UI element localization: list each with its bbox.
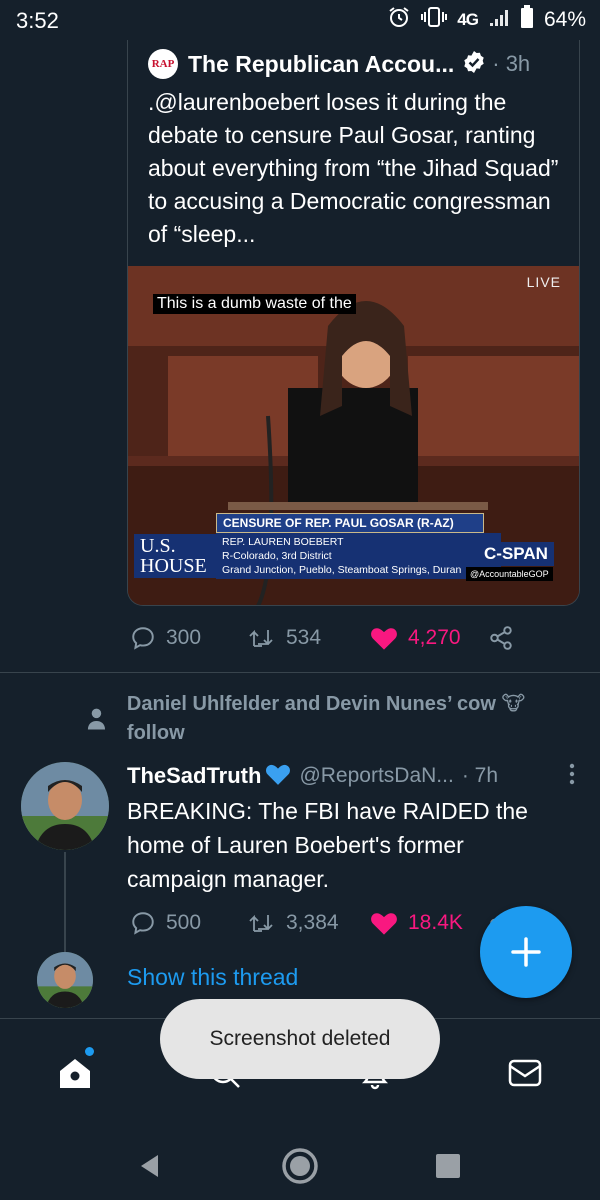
recents-button[interactable] xyxy=(426,1144,470,1188)
like-count: 4,270 xyxy=(408,626,461,649)
social-context-text: Daniel Uhlfelder and Devin Nunes’ cow 🐮 … xyxy=(126,693,526,744)
lower-third-body: REP. LAUREN BOEBERT R-Colorado, 3rd Dist… xyxy=(216,533,501,579)
live-badge: LIVE xyxy=(526,274,561,290)
lower-third-name: REP. LAUREN BOEBERT xyxy=(222,536,344,548)
retweet-icon xyxy=(249,914,273,932)
house-label-line1: U.S. xyxy=(140,535,176,557)
lower-third-towns: Grand Junction, Pueblo, Steamboat Spring… xyxy=(222,564,462,576)
share-button[interactable] xyxy=(488,625,524,651)
compose-tweet-button[interactable] xyxy=(480,906,572,998)
tweet-actions: 500 3,384 18.4K xyxy=(130,908,524,938)
person-icon xyxy=(87,708,106,730)
show-thread-link[interactable]: Show this thread xyxy=(127,964,298,991)
quote-tweet-actions: 300 534 4,270 xyxy=(130,623,524,653)
home-button[interactable] xyxy=(278,1144,322,1188)
back-button[interactable] xyxy=(128,1144,172,1188)
retweet-count: 534 xyxy=(286,626,322,649)
quoted-tweet-card[interactable]: RAP The Republican Accou... · 3h .@laure… xyxy=(127,40,580,606)
avatar[interactable] xyxy=(21,762,109,850)
tweet-author-name[interactable]: TheSadTruth xyxy=(127,763,261,789)
tweet-text: BREAKING: The FBI have RAIDED the home o… xyxy=(127,798,528,892)
thread-avatar[interactable] xyxy=(37,952,93,1008)
tweet-header: TheSadTruth @ReportsDaN... · 7h xyxy=(127,760,577,792)
share-icon xyxy=(490,626,512,650)
reply-icon xyxy=(132,912,154,935)
lower-third-title: CENSURE OF REP. PAUL GOSAR (R-AZ) xyxy=(216,513,484,533)
retweet-count: 3,384 xyxy=(286,911,339,934)
house-label-line2: HOUSE xyxy=(140,555,207,577)
signal-icon xyxy=(488,6,510,34)
messages-icon xyxy=(508,1059,542,1087)
system-nav-bar xyxy=(0,1132,600,1200)
reply-count: 300 xyxy=(166,626,202,649)
back-icon xyxy=(141,1155,158,1177)
quoted-tweet-time: · 3h xyxy=(492,51,531,76)
status-icons: 4G 64% xyxy=(387,5,586,35)
tweet-time: · 7h xyxy=(461,764,499,787)
social-context[interactable]: Daniel Uhlfelder and Devin Nunes’ cow 🐮 … xyxy=(86,690,566,748)
reply-button[interactable]: 500 xyxy=(130,910,248,936)
vibrate-icon xyxy=(421,5,448,35)
heart-icon xyxy=(371,913,397,935)
heart-icon xyxy=(371,628,397,650)
retweet-button[interactable]: 3,384 xyxy=(248,910,370,936)
battery-icon xyxy=(520,5,534,35)
status-bar: 3:52 4G 64% xyxy=(0,0,600,40)
retweet-button[interactable]: 534 xyxy=(248,625,370,651)
reply-button[interactable]: 300 xyxy=(130,625,248,651)
tweet-divider xyxy=(0,672,600,673)
tweet-handle[interactable]: @ReportsDaN... xyxy=(299,764,453,788)
more-options-icon[interactable] xyxy=(567,762,577,791)
video-player[interactable]: This is a dumb waste of the LIVE U.S. HO… xyxy=(128,266,579,605)
toast-message: Screenshot deleted xyxy=(160,999,440,1079)
like-button[interactable]: 18.4K xyxy=(370,910,488,936)
plus-icon xyxy=(511,937,541,967)
home-icon xyxy=(60,1059,90,1088)
network-type: 4G xyxy=(457,10,479,29)
like-count: 18.4K xyxy=(408,911,463,934)
cspan-logo: C-SPAN xyxy=(478,542,554,566)
quoted-author-name[interactable]: The Republican Accou... xyxy=(188,51,454,78)
battery-level: 64% xyxy=(543,8,586,31)
us-house-logo: U.S. HOUSE xyxy=(134,534,216,578)
home-circle-icon xyxy=(282,1148,318,1184)
recents-icon xyxy=(436,1154,460,1178)
author-logo[interactable]: RAP xyxy=(148,49,178,79)
video-caption: This is a dumb waste of the xyxy=(153,294,356,314)
quoted-tweet-header: RAP The Republican Accou... · 3h xyxy=(148,48,568,80)
blue-heart-icon xyxy=(265,762,291,791)
like-button[interactable]: 4,270 xyxy=(370,625,488,651)
status-time: 3:52 xyxy=(16,8,59,33)
retweet-icon xyxy=(249,629,273,647)
verified-icon xyxy=(454,50,486,79)
thread-line xyxy=(64,852,66,952)
nav-messages[interactable] xyxy=(505,1053,545,1093)
reply-count: 500 xyxy=(166,911,202,934)
notification-dot xyxy=(85,1047,94,1056)
lower-third-district: R-Colorado, 3rd District xyxy=(222,550,332,562)
reply-icon xyxy=(132,627,154,650)
quoted-tweet-text: .@laurenboebert loses it during the deba… xyxy=(148,89,559,247)
lower-third: CENSURE OF REP. PAUL GOSAR (R-AZ) REP. L… xyxy=(216,513,501,579)
nav-home[interactable] xyxy=(55,1047,95,1093)
alarm-icon xyxy=(387,5,411,35)
video-watermark: @AccountableGOP xyxy=(466,567,553,581)
